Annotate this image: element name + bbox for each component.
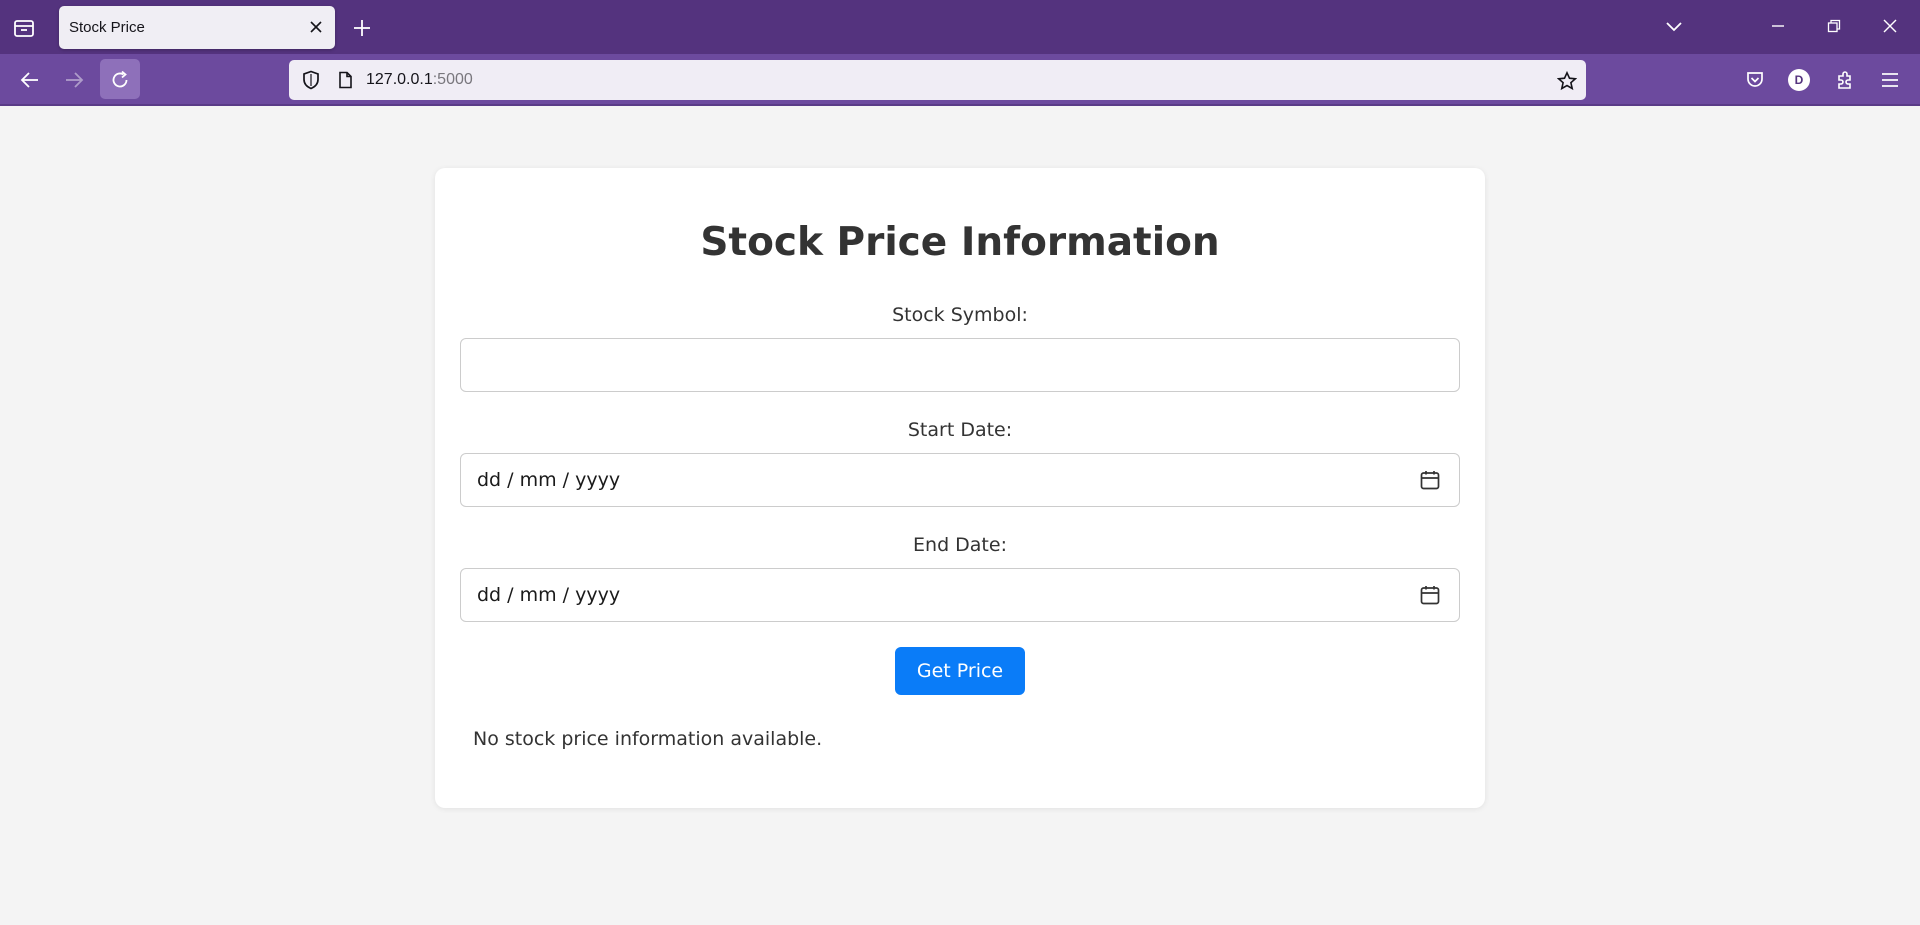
active-tab[interactable]: Stock Price	[59, 6, 335, 49]
shield-icon[interactable]	[297, 66, 325, 94]
new-tab-icon[interactable]	[346, 12, 378, 44]
page-title: Stock Price Information	[700, 220, 1220, 265]
reload-icon[interactable]	[104, 64, 136, 96]
url-text[interactable]: 127.0.0.1:5000	[366, 71, 473, 89]
stock-form-card: Stock Price Information Stock Symbol: St…	[435, 168, 1485, 808]
toolbar-divider	[0, 104, 1920, 106]
tab-title: Stock Price	[69, 19, 145, 36]
start-date-label: Start Date:	[907, 419, 1013, 441]
stock-symbol-label: Stock Symbol:	[892, 304, 1028, 326]
url-host: 127.0.0.1	[366, 71, 433, 88]
menu-icon[interactable]	[1874, 64, 1906, 96]
stock-symbol-input[interactable]	[460, 338, 1460, 392]
close-icon[interactable]	[305, 16, 327, 38]
list-all-tabs-icon[interactable]	[1658, 10, 1690, 42]
page-icon	[332, 67, 358, 93]
window-close-icon[interactable]	[1874, 10, 1906, 42]
end-date-input[interactable]: dd / mm / yyyy	[460, 568, 1460, 622]
restore-icon[interactable]	[1818, 10, 1850, 42]
extensions-icon[interactable]	[1829, 64, 1861, 96]
url-port: :5000	[432, 71, 473, 88]
end-date-label: End Date:	[913, 534, 1007, 556]
forward-icon[interactable]	[58, 64, 90, 96]
result-message: No stock price information available.	[473, 728, 823, 750]
start-date-value: dd / mm / yyyy	[477, 469, 621, 491]
calendar-icon[interactable]	[1419, 469, 1441, 491]
account-avatar[interactable]: D	[1788, 69, 1810, 91]
bookmark-star-icon[interactable]	[1553, 67, 1581, 95]
get-price-button[interactable]: Get Price	[895, 647, 1025, 695]
start-date-input[interactable]: dd / mm / yyyy	[460, 453, 1460, 507]
minimize-icon[interactable]	[1762, 10, 1794, 42]
back-icon[interactable]	[14, 64, 46, 96]
end-date-value: dd / mm / yyyy	[477, 584, 621, 606]
pocket-icon[interactable]	[1739, 64, 1771, 96]
tab-strip: Stock Price	[0, 0, 1920, 54]
calendar-icon[interactable]	[1419, 584, 1441, 606]
address-bar[interactable]: 127.0.0.1:5000	[289, 60, 1586, 100]
tab-list-icon[interactable]	[8, 12, 40, 44]
